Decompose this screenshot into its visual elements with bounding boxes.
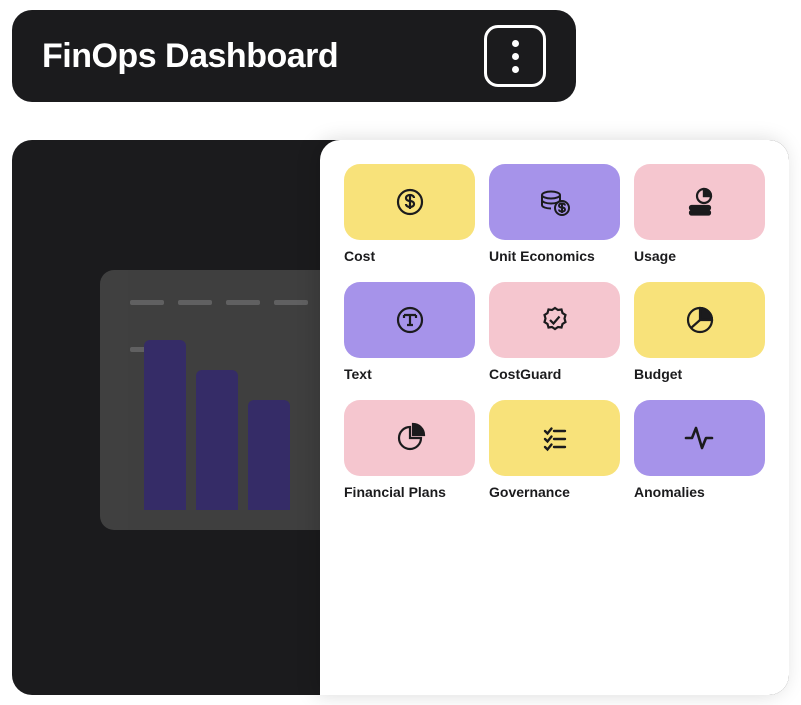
tile-costguard[interactable]: CostGuard <box>489 282 620 386</box>
tile-label: Usage <box>634 248 765 264</box>
badge-check-icon <box>539 304 571 336</box>
page-title: FinOps Dashboard <box>42 37 338 76</box>
chart-bar <box>248 400 290 510</box>
tile-label: Anomalies <box>634 484 765 500</box>
tile-label: CostGuard <box>489 366 620 382</box>
coins-icon <box>538 186 572 218</box>
more-menu-button[interactable] <box>484 25 546 87</box>
pie-outline-icon <box>394 422 426 454</box>
checklist-icon <box>539 422 571 454</box>
tile-anomalies[interactable]: Anomalies <box>634 400 765 504</box>
tile-budget[interactable]: Budget <box>634 282 765 386</box>
pie-stack-icon <box>684 186 716 218</box>
chart-bar <box>196 370 238 510</box>
activity-icon <box>683 422 717 454</box>
tile-financial-plans[interactable]: Financial Plans <box>344 400 475 504</box>
tile-menu-popup: Cost Unit Economics <box>320 140 789 695</box>
tile-label: Financial Plans <box>344 484 475 500</box>
chart-bar <box>144 340 186 510</box>
tile-governance[interactable]: Governance <box>489 400 620 504</box>
dollar-circle-icon <box>394 186 426 218</box>
tile-usage[interactable]: Usage <box>634 164 765 268</box>
tile-label: Cost <box>344 248 475 264</box>
tile-label: Governance <box>489 484 620 500</box>
tile-cost[interactable]: Cost <box>344 164 475 268</box>
tile-label: Budget <box>634 366 765 382</box>
tile-text[interactable]: Text <box>344 282 475 386</box>
text-circle-icon <box>394 304 426 336</box>
vertical-dots-icon <box>512 40 519 73</box>
tile-label: Text <box>344 366 475 382</box>
header: FinOps Dashboard <box>12 10 576 102</box>
tile-unit-economics[interactable]: Unit Economics <box>489 164 620 268</box>
pie-slice-icon <box>684 304 716 336</box>
tile-label: Unit Economics <box>489 248 620 264</box>
